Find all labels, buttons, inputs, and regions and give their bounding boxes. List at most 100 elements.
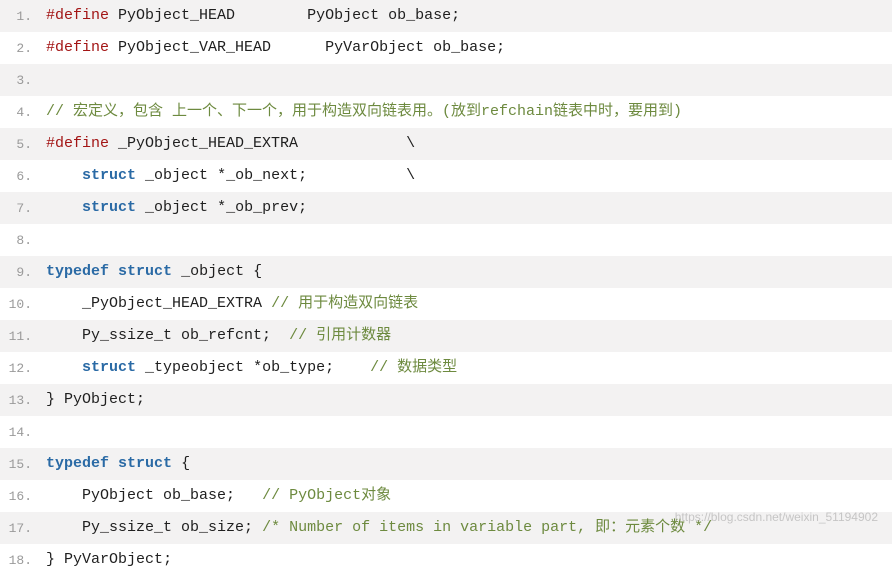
code-line: 11. Py_ssize_t ob_refcnt; // 引用计数器 <box>0 320 892 352</box>
token-pp: #define <box>46 39 109 56</box>
token-punct: ; <box>163 551 172 568</box>
line-number: 1. <box>0 0 38 32</box>
code-content: } PyObject; <box>38 384 892 416</box>
line-number: 13. <box>0 384 38 416</box>
token-cm: // 宏定义，包含 上一个、下一个，用于构造双向链表用。(放到refchain链… <box>46 103 682 120</box>
token-ident: _object <box>145 167 208 184</box>
line-number: 5. <box>0 128 38 160</box>
token-ident: PyVarObject <box>64 551 163 568</box>
token-punct: } <box>46 391 55 408</box>
code-content: Py_ssize_t ob_size; /* Number of items i… <box>38 512 892 544</box>
token-ident: _object <box>181 263 244 280</box>
token-kw: typedef <box>46 263 109 280</box>
line-number: 6. <box>0 160 38 192</box>
token-ident: _PyObject_HEAD_EXTRA <box>118 135 298 152</box>
code-line: 5.#define _PyObject_HEAD_EXTRA \ <box>0 128 892 160</box>
token-ident: _PyObject_HEAD_EXTRA <box>82 295 262 312</box>
token-punct: ; <box>298 199 307 216</box>
token-punct: * <box>253 359 262 376</box>
token-ident: PyObject_VAR_HEAD <box>118 39 271 56</box>
code-block: 1.#define PyObject_HEAD PyObject ob_base… <box>0 0 892 576</box>
code-line: 6. struct _object *_ob_next; \ <box>0 160 892 192</box>
token-kw: struct <box>82 359 136 376</box>
line-number: 7. <box>0 192 38 224</box>
token-ident: PyObject <box>64 391 136 408</box>
code-line: 7. struct _object *_ob_prev; <box>0 192 892 224</box>
token-punct: * <box>217 167 226 184</box>
line-number: 12. <box>0 352 38 384</box>
token-cm: // 数据类型 <box>370 359 457 376</box>
code-content <box>38 64 892 96</box>
token-punct: ; <box>496 39 505 56</box>
code-line: 13.} PyObject; <box>0 384 892 416</box>
token-punct: * <box>217 199 226 216</box>
token-cm: /* Number of items in variable part, 即：元… <box>262 519 712 536</box>
token-kw: struct <box>82 199 136 216</box>
line-number: 3. <box>0 64 38 96</box>
token-kw: struct <box>118 455 172 472</box>
code-content: #define _PyObject_HEAD_EXTRA \ <box>38 128 892 160</box>
code-content: } PyVarObject; <box>38 544 892 576</box>
token-ident: ob_type <box>262 359 325 376</box>
code-content <box>38 416 892 448</box>
code-line: 1.#define PyObject_HEAD PyObject ob_base… <box>0 0 892 32</box>
token-punct: ; <box>325 359 334 376</box>
code-content: struct _object *_ob_prev; <box>38 192 892 224</box>
token-ident: _object <box>145 199 208 216</box>
code-content: Py_ssize_t ob_refcnt; // 引用计数器 <box>38 320 892 352</box>
token-punct: ; <box>262 327 271 344</box>
line-number: 11. <box>0 320 38 352</box>
token-ident: _typeobject <box>145 359 244 376</box>
code-content: #define PyObject_HEAD PyObject ob_base; <box>38 0 892 32</box>
token-punct: { <box>181 455 190 472</box>
token-cm: // PyObject对象 <box>262 487 391 504</box>
code-line: 15.typedef struct { <box>0 448 892 480</box>
token-punct: ; <box>298 167 307 184</box>
code-content: _PyObject_HEAD_EXTRA // 用于构造双向链表 <box>38 288 892 320</box>
code-line: 10. _PyObject_HEAD_EXTRA // 用于构造双向链表 <box>0 288 892 320</box>
code-line: 18.} PyVarObject; <box>0 544 892 576</box>
code-line: 9.typedef struct _object { <box>0 256 892 288</box>
line-number: 4. <box>0 96 38 128</box>
code-line: 12. struct _typeobject *ob_type; // 数据类型 <box>0 352 892 384</box>
token-kw: struct <box>118 263 172 280</box>
code-content: #define PyObject_VAR_HEAD PyVarObject ob… <box>38 32 892 64</box>
token-cm: // 用于构造双向链表 <box>271 295 418 312</box>
token-punct: \ <box>406 167 415 184</box>
token-pp: #define <box>46 135 109 152</box>
token-kw: typedef <box>46 455 109 472</box>
line-number: 15. <box>0 448 38 480</box>
token-ident: PyObject ob_base <box>82 487 226 504</box>
token-ident: PyObject_HEAD <box>118 7 235 24</box>
code-content: typedef struct _object { <box>38 256 892 288</box>
code-content: struct _object *_ob_next; \ <box>38 160 892 192</box>
code-content: PyObject ob_base; // PyObject对象 <box>38 480 892 512</box>
code-line: 4. // 宏定义，包含 上一个、下一个，用于构造双向链表用。(放到refchai… <box>0 96 892 128</box>
code-line: 16. PyObject ob_base; // PyObject对象 <box>0 480 892 512</box>
line-number: 18. <box>0 544 38 576</box>
code-content: typedef struct { <box>38 448 892 480</box>
code-line: 8. <box>0 224 892 256</box>
code-content: // 宏定义，包含 上一个、下一个，用于构造双向链表用。(放到refchain链… <box>38 96 892 128</box>
token-punct: ; <box>244 519 253 536</box>
line-number: 2. <box>0 32 38 64</box>
token-punct: ; <box>226 487 235 504</box>
token-punct: ; <box>136 391 145 408</box>
line-number: 16. <box>0 480 38 512</box>
line-number: 14. <box>0 416 38 448</box>
code-line: 2.#define PyObject_VAR_HEAD PyVarObject … <box>0 32 892 64</box>
line-number: 8. <box>0 224 38 256</box>
token-ident: _ob_prev <box>226 199 298 216</box>
code-line: 14. <box>0 416 892 448</box>
token-ident: Py_ssize_t ob_refcnt <box>82 327 262 344</box>
code-line: 3. <box>0 64 892 96</box>
line-number: 17. <box>0 512 38 544</box>
token-punct: \ <box>406 135 415 152</box>
token-punct: { <box>253 263 262 280</box>
token-ident: Py_ssize_t ob_size <box>82 519 244 536</box>
code-content <box>38 224 892 256</box>
token-ident: _ob_next <box>226 167 298 184</box>
line-number: 10. <box>0 288 38 320</box>
token-cm: // 引用计数器 <box>289 327 391 344</box>
token-ident: PyVarObject ob_base <box>325 39 496 56</box>
